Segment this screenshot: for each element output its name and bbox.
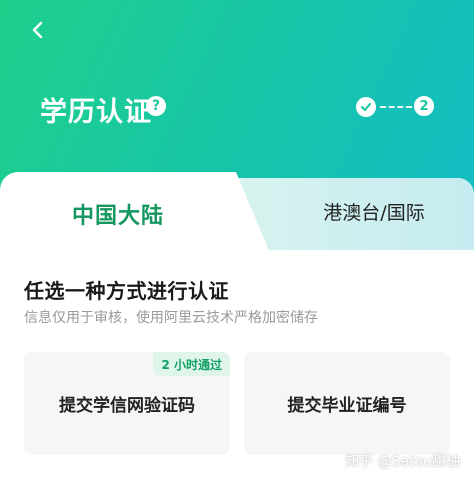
step-1-complete-icon	[356, 97, 376, 117]
option-diploma-number-card[interactable]: 提交毕业证编号	[244, 352, 450, 455]
tab-label-active: 中国大陆	[72, 204, 165, 229]
page-title: 学历认证	[40, 97, 152, 128]
question-circle-icon[interactable]: ?	[146, 96, 166, 116]
check-icon	[361, 103, 371, 111]
option-label: 提交毕业证编号	[287, 396, 407, 416]
back-button[interactable]	[24, 16, 52, 44]
tab-hk-macau-taiwan-international[interactable]: 港澳台/国际	[236, 178, 474, 250]
option-label: 提交学信网验证码	[59, 396, 195, 416]
chevron-left-icon	[32, 21, 43, 39]
step-connector	[380, 106, 412, 108]
section-subtitle: 信息仅用于审核，使用阿里云技术严格加密储存	[24, 310, 318, 326]
section-title: 任选一种方式进行认证	[24, 279, 229, 303]
watermark: 知乎 @Satou甜柚	[345, 454, 460, 470]
step-indicator-current: 2	[414, 96, 434, 116]
tab-label: 港澳台/国际	[323, 201, 425, 224]
fast-pass-badge: 2 小时通过	[153, 352, 230, 376]
option-chsi-code-card[interactable]: 提交学信网验证码 2 小时通过	[24, 352, 230, 455]
